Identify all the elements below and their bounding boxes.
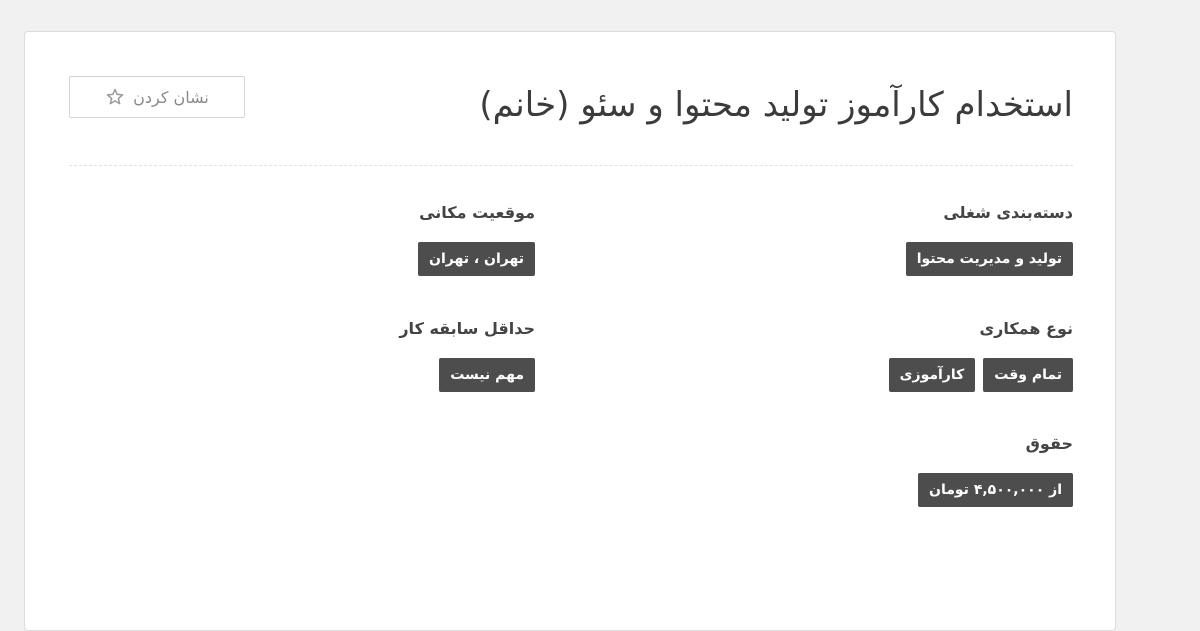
category-tag[interactable]: تولید و مدیریت محتوا: [905, 242, 1073, 276]
min-experience-tags: مهم نیست: [399, 358, 535, 392]
location-tag[interactable]: تهران ، تهران: [418, 242, 535, 276]
title-divider: [69, 165, 1073, 166]
field-label-min-experience: حداقل سابقه کار: [399, 319, 535, 338]
salary-tags: از ۴,۵۰۰,۰۰۰ تومان: [918, 473, 1073, 507]
field-label-location: موقعیت مکانی: [419, 203, 535, 222]
cooperation-type-tag-internship[interactable]: کارآموزی: [888, 358, 976, 392]
field-salary: حقوق از ۴,۵۰۰,۰۰۰ تومان: [918, 433, 1073, 507]
location-tags: تهران ، تهران: [418, 242, 535, 276]
star-icon: [106, 88, 124, 105]
field-location: موقعیت مکانی تهران ، تهران: [418, 202, 535, 276]
bookmark-label: نشان کردن: [133, 87, 209, 107]
job-title: استخدام کارآموز تولید محتوا و سئو (خانم): [479, 85, 1073, 125]
field-min-experience: حداقل سابقه کار مهم نیست: [399, 318, 535, 392]
salary-tag[interactable]: از ۴,۵۰۰,۰۰۰ تومان: [918, 473, 1073, 507]
field-cooperation-type: نوع همکاری تمام وقت کارآموزی: [888, 318, 1073, 392]
field-label-salary: حقوق: [1025, 434, 1073, 453]
field-label-category: دسته‌بندی شغلی: [943, 203, 1073, 222]
field-label-cooperation-type: نوع همکاری: [979, 319, 1073, 338]
category-tags: تولید و مدیریت محتوا: [905, 242, 1073, 276]
cooperation-type-tag-fulltime[interactable]: تمام وقت: [983, 358, 1073, 392]
job-card: استخدام کارآموز تولید محتوا و سئو (خانم)…: [24, 31, 1116, 631]
bookmark-button[interactable]: نشان کردن: [69, 76, 245, 118]
cooperation-type-tags: تمام وقت کارآموزی: [888, 358, 1073, 392]
field-job-category: دسته‌بندی شغلی تولید و مدیریت محتوا: [905, 202, 1073, 276]
min-experience-tag[interactable]: مهم نیست: [439, 358, 535, 392]
